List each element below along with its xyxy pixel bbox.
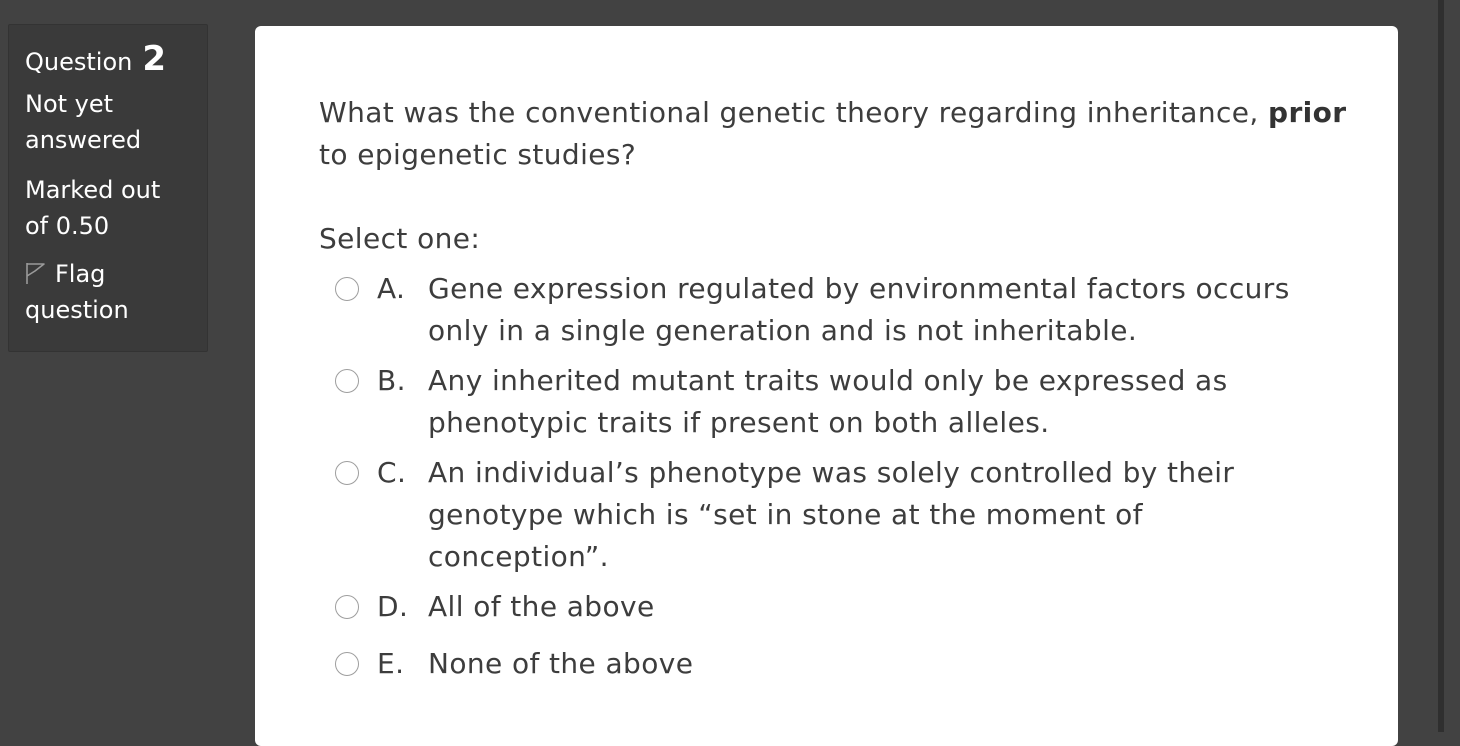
radio-icon[interactable] xyxy=(335,595,359,619)
radio-icon[interactable] xyxy=(335,461,359,485)
grade-info: Marked out of 0.50 xyxy=(25,176,161,240)
answer-options: A. Gene expression regulated by environm… xyxy=(319,268,1358,685)
question-content: What was the conventional genetic theory… xyxy=(255,26,1398,746)
question-text-start: What was the conventional genetic theory… xyxy=(319,96,1259,129)
radio-icon[interactable] xyxy=(335,277,359,301)
option-letter: C. xyxy=(377,456,407,489)
question-info-panel: Question 2 Not yet answered Marked out o… xyxy=(8,24,208,352)
answer-option-b[interactable]: B. Any inherited mutant traits would onl… xyxy=(319,360,1358,444)
page-edge-divider xyxy=(1438,0,1444,732)
answer-option-e[interactable]: E. None of the above xyxy=(319,643,1358,685)
option-text: All of the above xyxy=(428,590,655,623)
radio-icon[interactable] xyxy=(335,652,359,676)
answer-option-a[interactable]: A. Gene expression regulated by environm… xyxy=(319,268,1358,352)
option-letter: E. xyxy=(377,647,405,680)
question-number-value: 2 xyxy=(142,39,167,79)
question-number: Question 2 xyxy=(25,41,207,80)
select-prompt: Select one: xyxy=(319,222,481,255)
flag-question-link[interactable]: Flag question xyxy=(25,256,195,328)
question-text-emphasis: prior xyxy=(1268,96,1347,129)
answer-option-c[interactable]: C. An individual’s phenotype was solely … xyxy=(319,452,1358,578)
option-text: Any inherited mutant traits would only b… xyxy=(428,364,1228,439)
answer-option-d[interactable]: D. All of the above xyxy=(319,586,1358,628)
option-letter: A. xyxy=(377,272,406,305)
option-text: None of the above xyxy=(428,647,694,680)
option-letter: D. xyxy=(377,590,409,623)
question-text-end: to epigenetic studies? xyxy=(319,138,637,171)
question-text: What was the conventional genetic theory… xyxy=(319,92,1349,176)
radio-icon[interactable] xyxy=(335,369,359,393)
flag-icon xyxy=(25,259,47,284)
option-text: Gene expression regulated by environment… xyxy=(428,272,1290,347)
question-label: Question xyxy=(25,48,133,76)
option-letter: B. xyxy=(377,364,406,397)
answer-state: Not yet answered xyxy=(25,90,142,154)
option-text: An individual’s phenotype was solely con… xyxy=(428,456,1235,573)
